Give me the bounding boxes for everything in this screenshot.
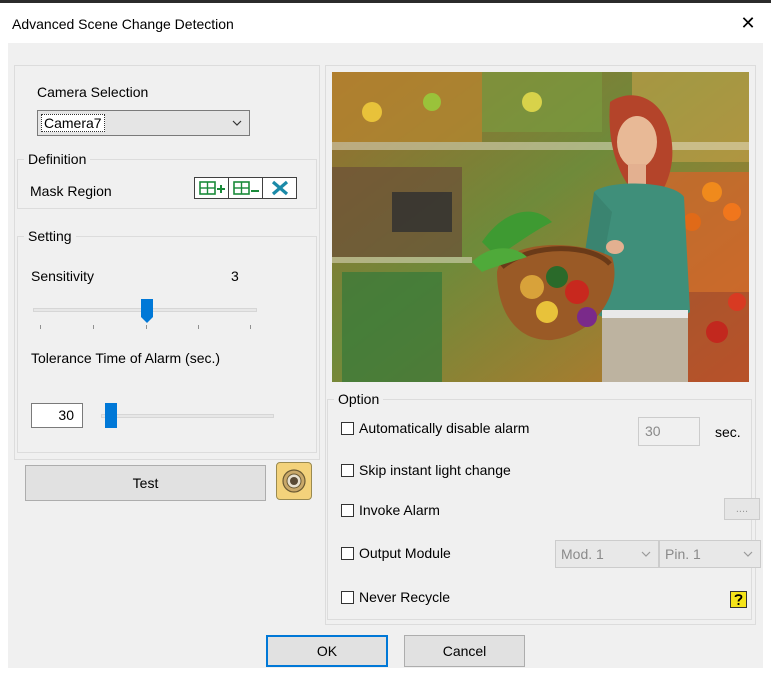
invoke-alarm-browse-button[interactable]: ....: [724, 498, 760, 520]
title-bar: Advanced Scene Change Detection ✕: [0, 3, 771, 43]
camera-selection-label: Camera Selection: [37, 84, 149, 100]
clear-mask-button[interactable]: [263, 178, 296, 198]
sensitivity-tick: [146, 325, 147, 329]
seconds-unit-label: sec.: [715, 424, 741, 440]
output-module-label: Output Module: [359, 545, 451, 561]
option-group: Option Automatically disable alarm 30 se…: [327, 391, 761, 620]
camera-lens-icon: [282, 469, 306, 493]
auto-disable-alarm-label: Automatically disable alarm: [359, 420, 530, 436]
never-recycle-checkbox[interactable]: Never Recycle: [341, 589, 450, 605]
output-module-select-value: Mod. 1: [561, 546, 604, 562]
sensitivity-tick: [250, 325, 251, 329]
camera-lens-button[interactable]: [276, 462, 312, 500]
auto-disable-alarm-checkbox-box[interactable]: [341, 421, 354, 435]
help-button[interactable]: [730, 591, 747, 608]
remove-mask-button[interactable]: [229, 178, 263, 198]
auto-disable-alarm-checkbox[interactable]: Automatically disable alarm: [341, 420, 529, 436]
tolerance-track: [101, 414, 274, 418]
cancel-button[interactable]: Cancel: [404, 635, 525, 667]
never-recycle-label: Never Recycle: [359, 589, 451, 605]
mask-region-label: Mask Region: [30, 183, 112, 199]
close-icon: ✕: [740, 12, 756, 33]
ok-button[interactable]: OK: [266, 635, 388, 667]
invoke-alarm-label: Invoke Alarm: [359, 502, 440, 518]
tolerance-time-label: Tolerance Time of Alarm (sec.): [31, 350, 221, 366]
add-mask-button[interactable]: [195, 178, 229, 198]
setting-group: Setting Sensitivity 3 Tolerance Time of …: [17, 228, 317, 453]
option-group-label: Option: [334, 391, 384, 407]
remove-mask-icon: [232, 181, 259, 195]
output-pin-select[interactable]: Pin. 1: [659, 540, 761, 568]
chevron-down-icon: [232, 120, 242, 126]
sensitivity-label: Sensitivity: [31, 268, 95, 284]
sensitivity-tick: [40, 325, 41, 329]
camera-select-value: Camera7: [41, 114, 105, 132]
camera-select[interactable]: Camera7: [37, 110, 250, 136]
tolerance-slider-thumb[interactable]: [105, 403, 117, 428]
output-module-checkbox-box[interactable]: [341, 546, 354, 560]
output-module-checkbox[interactable]: Output Module: [341, 545, 451, 561]
sensitivity-value: 3: [231, 268, 239, 284]
test-button[interactable]: Test: [25, 465, 266, 501]
right-panel: Option Automatically disable alarm 30 se…: [325, 65, 761, 625]
close-button[interactable]: ✕: [725, 3, 771, 43]
skip-light-change-checkbox[interactable]: Skip instant light change: [341, 462, 511, 478]
add-mask-icon: [198, 181, 225, 195]
sensitivity-slider-thumb[interactable]: [140, 298, 154, 324]
output-module-select[interactable]: Mod. 1: [555, 540, 659, 568]
definition-group-label: Definition: [24, 151, 91, 167]
camera-preview-image: [332, 72, 749, 382]
invoke-alarm-checkbox[interactable]: Invoke Alarm: [341, 502, 440, 518]
window-title: Advanced Scene Change Detection: [12, 16, 234, 32]
output-pin-select-value: Pin. 1: [665, 546, 701, 562]
invoke-alarm-checkbox-box[interactable]: [341, 503, 354, 517]
skip-light-change-label: Skip instant light change: [359, 462, 511, 478]
sensitivity-tick: [198, 325, 199, 329]
dialog-client-area: Camera Selection Camera7 Definition Mask…: [8, 43, 763, 668]
skip-light-change-checkbox-box[interactable]: [341, 463, 354, 477]
help-icon: [734, 594, 743, 605]
never-recycle-checkbox-box[interactable]: [341, 590, 354, 604]
chevron-down-icon: [641, 551, 651, 557]
setting-group-label: Setting: [24, 228, 76, 244]
tolerance-time-input[interactable]: 30: [31, 403, 83, 428]
mask-toolbar: [194, 177, 297, 199]
auto-disable-seconds-input[interactable]: 30: [638, 417, 700, 446]
left-settings-panel: Camera Selection Camera7 Definition Mask…: [14, 65, 320, 460]
sensitivity-tick: [93, 325, 94, 329]
definition-group: Definition Mask Region: [17, 151, 317, 209]
clear-mask-icon: [271, 180, 288, 196]
chevron-down-icon: [743, 551, 753, 557]
market-shopper-photo: [332, 72, 749, 382]
